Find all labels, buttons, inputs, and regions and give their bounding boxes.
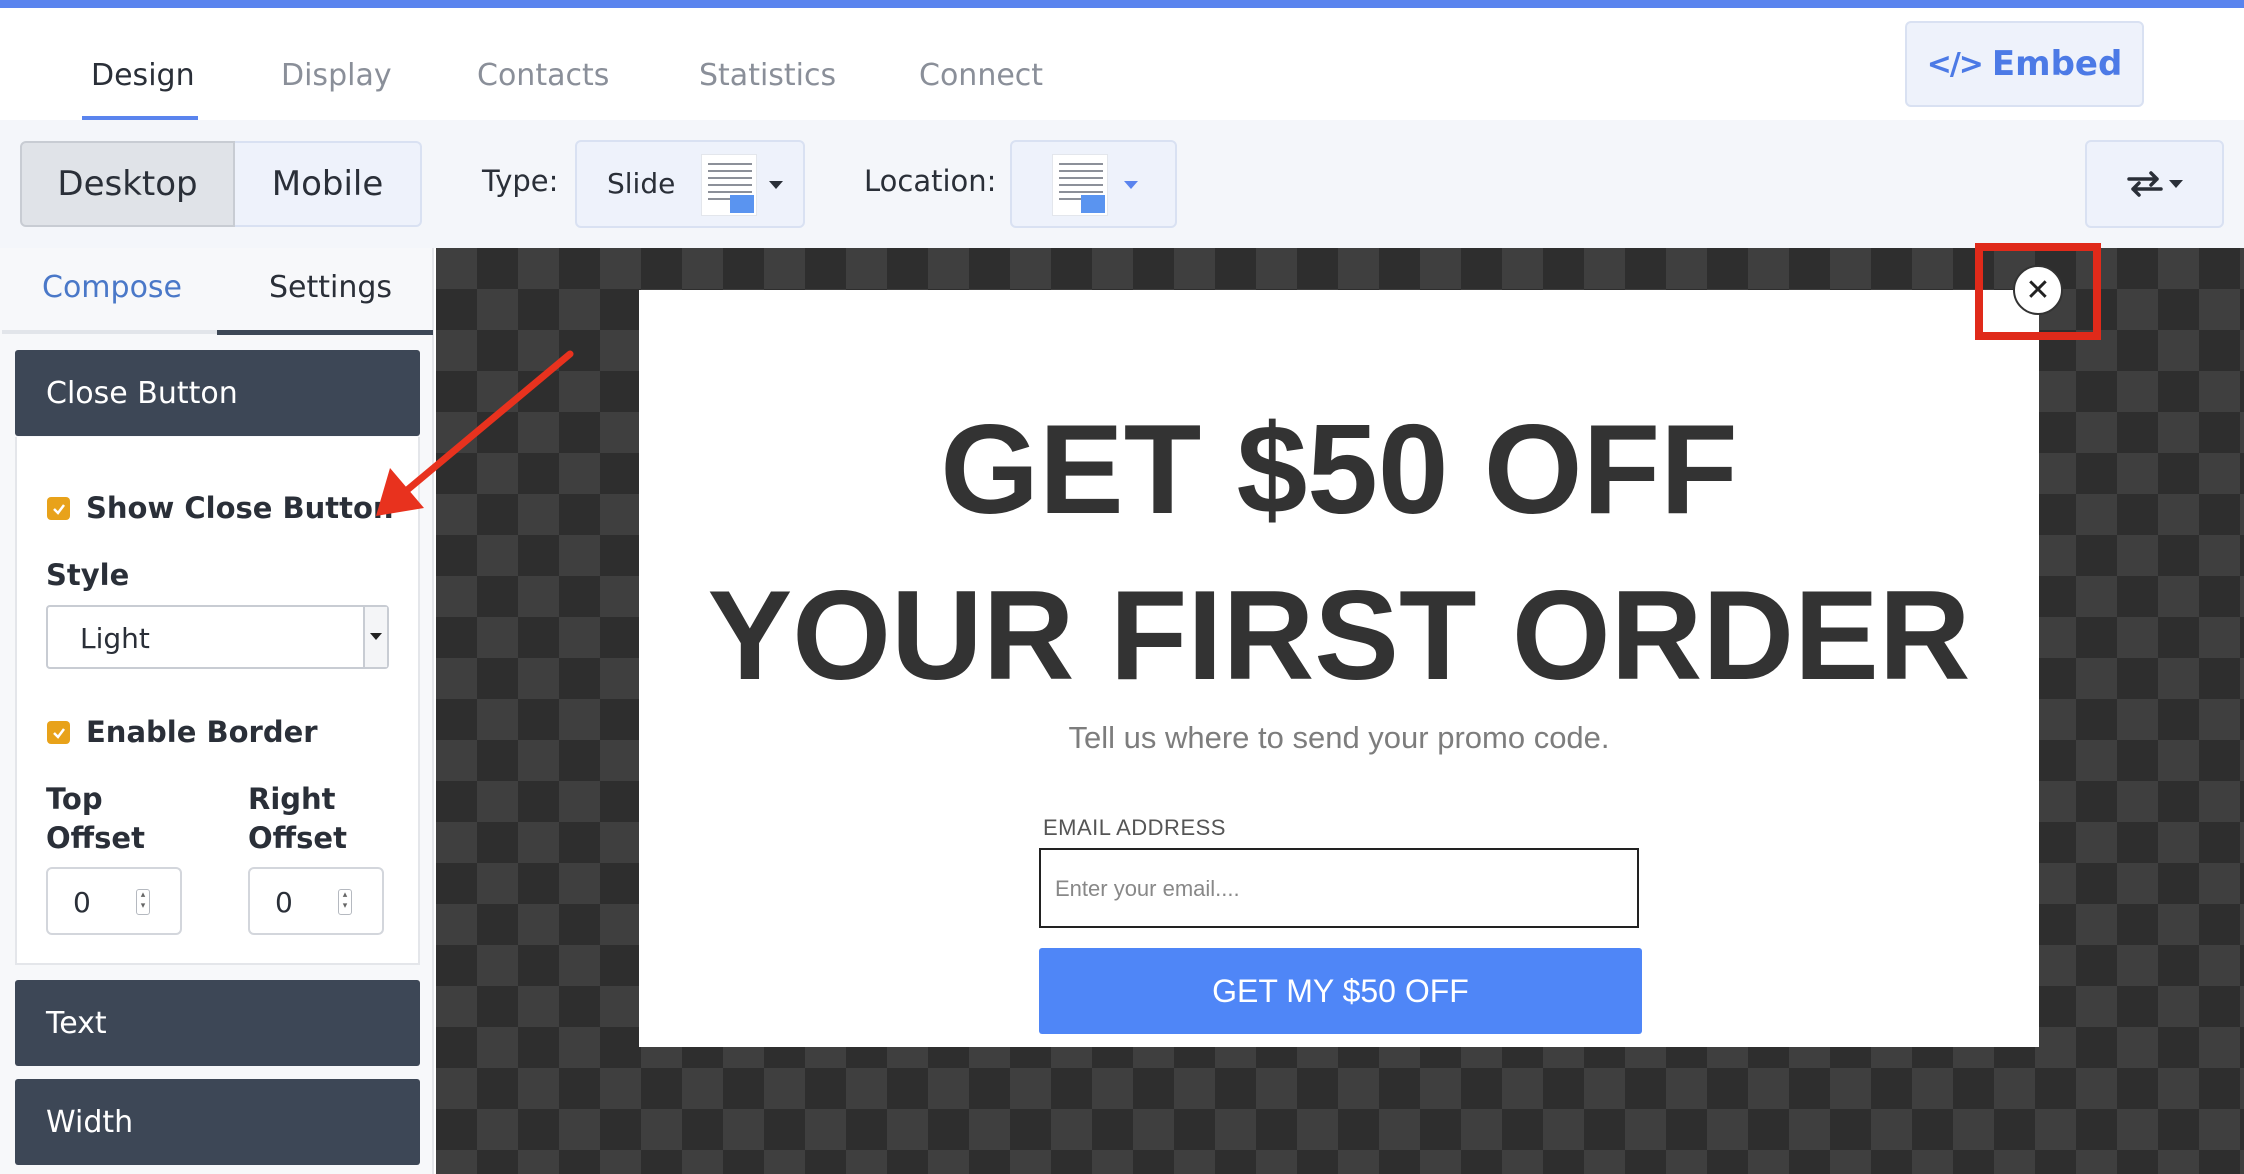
embed-button[interactable]: </> Embed <box>1905 21 2144 107</box>
width-section-header[interactable]: Width <box>15 1079 420 1165</box>
code-icon: </> <box>1926 46 1984 82</box>
chevron-down-icon <box>1124 181 1138 189</box>
location-dropdown[interactable] <box>1010 140 1177 228</box>
select-arrow <box>363 607 387 667</box>
tab-connect[interactable]: Connect <box>919 58 1043 93</box>
top-accent-bar <box>0 0 2244 8</box>
email-placeholder: Enter your email.... <box>1055 876 1240 901</box>
right-offset-label-line1: Right <box>248 782 336 816</box>
right-offset-input[interactable]: 0 ▴ ▾ <box>248 867 384 935</box>
tab-divider-active <box>217 330 433 335</box>
show-close-button-checkbox[interactable] <box>47 497 70 520</box>
tab-statistics[interactable]: Statistics <box>699 58 836 93</box>
popup-preview: GET $50 OFF YOUR FIRST ORDER Tell us whe… <box>639 290 2039 1047</box>
chevron-down-icon <box>370 633 382 640</box>
email-field-label: EMAIL ADDRESS <box>1043 815 1226 840</box>
top-offset-label: Top Offset <box>46 780 145 858</box>
close-button-highlight <box>1975 243 2101 340</box>
right-offset-value: 0 <box>275 886 293 919</box>
type-label: Type: <box>482 164 559 198</box>
enable-border-checkbox[interactable] <box>47 721 70 744</box>
right-offset-label-line2: Offset <box>248 821 347 855</box>
chevron-down-icon <box>769 181 783 189</box>
location-label: Location: <box>864 164 997 198</box>
style-select[interactable]: Light <box>46 605 389 669</box>
annotation-arrow-icon <box>376 350 574 516</box>
slide-layout-icon <box>701 154 757 216</box>
top-offset-label-line2: Offset <box>46 821 145 855</box>
popup-headline-line1: GET $50 OFF <box>940 398 1738 540</box>
tab-display[interactable]: Display <box>281 58 392 93</box>
checkmark-icon <box>52 727 65 739</box>
swap-arrows-icon <box>2126 171 2163 197</box>
stepper-icon[interactable]: ▴ ▾ <box>136 889 150 915</box>
checkmark-icon <box>52 503 65 515</box>
tab-design[interactable]: Design <box>91 58 195 93</box>
show-close-button-label: Show Close Button <box>86 491 394 525</box>
style-select-value: Light <box>80 622 150 655</box>
tab-settings[interactable]: Settings <box>269 270 392 305</box>
stepper-icon[interactable]: ▴ ▾ <box>338 889 352 915</box>
swap-button[interactable] <box>2085 140 2224 228</box>
tab-divider <box>2 330 217 334</box>
tab-compose[interactable]: Compose <box>42 270 182 305</box>
top-offset-label-line1: Top <box>46 782 103 816</box>
device-desktop-button[interactable]: Desktop <box>20 141 235 227</box>
chevron-down-icon <box>2168 180 2183 188</box>
type-value: Slide <box>607 167 676 200</box>
text-section-header[interactable]: Text <box>15 980 420 1066</box>
device-mobile-button[interactable]: Mobile <box>235 141 422 227</box>
top-offset-input[interactable]: 0 ▴ ▾ <box>46 867 182 935</box>
cta-button[interactable]: GET MY $50 OFF <box>1039 948 1642 1034</box>
enable-border-label: Enable Border <box>86 715 318 749</box>
style-label: Style <box>46 558 130 592</box>
email-field[interactable]: Enter your email.... <box>1039 848 1639 928</box>
type-dropdown[interactable]: Slide <box>575 140 805 228</box>
popup-subline: Tell us where to send your promo code. <box>1068 720 1610 755</box>
popup-headline-line2: YOUR FIRST ORDER <box>707 564 1971 706</box>
tab-contacts[interactable]: Contacts <box>477 58 609 93</box>
location-layout-icon <box>1052 154 1108 216</box>
embed-button-label: Embed <box>1991 44 2123 84</box>
right-offset-label: Right Offset <box>248 780 347 858</box>
top-offset-value: 0 <box>73 886 91 919</box>
